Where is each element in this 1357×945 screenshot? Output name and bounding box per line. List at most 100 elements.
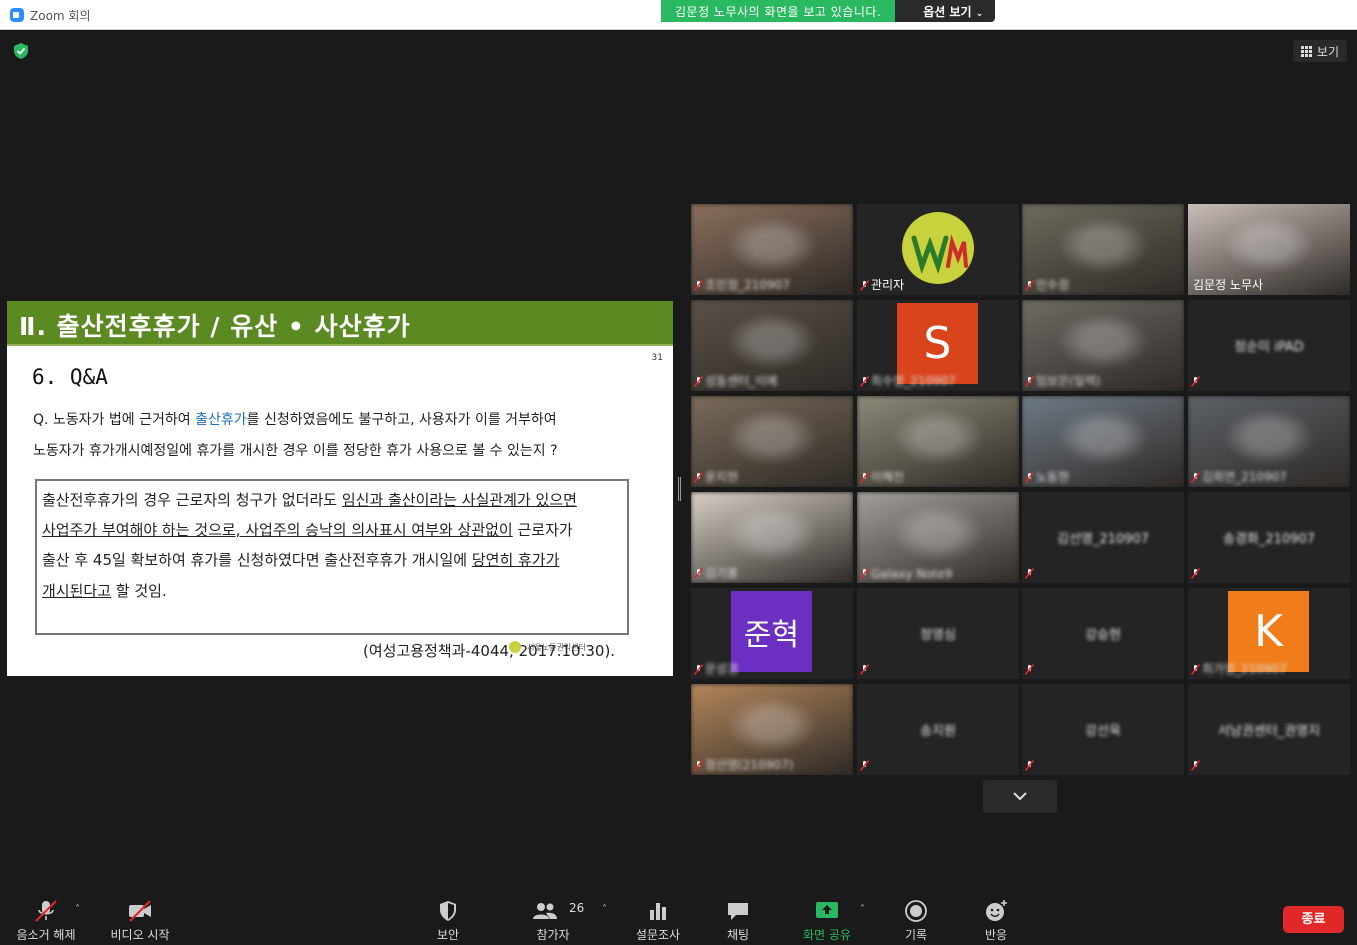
question-highlight: 출산휴가	[195, 412, 247, 428]
share-screen-icon	[816, 902, 838, 918]
grid-view-icon	[1300, 45, 1312, 57]
participant-name-center: 서남권센터_권영지	[1217, 724, 1321, 739]
participant-name: 윤지현	[705, 470, 739, 484]
participants-options-caret[interactable]: ˄	[602, 904, 607, 915]
muted-mic-icon	[1025, 280, 1034, 291]
answer-line-4: 개시된다고 할 것임.	[42, 580, 167, 601]
chat-label: 채팅	[726, 928, 750, 942]
participant-name: 민수정	[1036, 278, 1070, 292]
participant-name: 정선영(210907)	[705, 758, 794, 772]
muted-mic-icon	[860, 760, 869, 771]
participant-tile[interactable]: 윤지현	[691, 396, 853, 487]
chevron-down-icon	[1013, 792, 1027, 801]
participant-tile[interactable]: 정선영(210907)	[691, 684, 853, 775]
slide-header-band: Ⅱ. 출산전후휴가 / 유산 • 사산휴가	[7, 301, 673, 346]
unmute-button[interactable]: 음소거 해제	[8, 890, 84, 945]
participants-count: 26	[569, 901, 585, 915]
record-button[interactable]: 기록	[890, 890, 942, 945]
encryption-shield-icon[interactable]	[12, 42, 30, 60]
participant-tile[interactable]: 송지원	[857, 684, 1019, 775]
participant-name-center: 정순미 iPAD	[1234, 340, 1304, 355]
view-layout-label: 보기	[1316, 44, 1339, 59]
muted-mic-icon	[694, 568, 703, 579]
start-video-label: 비디오 시작	[110, 928, 170, 942]
participant-tile[interactable]: Galaxy Note9	[857, 492, 1019, 583]
security-shield-icon	[440, 901, 456, 921]
muted-mic-icon	[1191, 664, 1200, 675]
audio-options-caret[interactable]: ˄	[75, 904, 80, 915]
participant-tile[interactable]: 노동현	[1022, 396, 1184, 487]
participant-name-center: 김선영_210907	[1056, 532, 1149, 547]
participants-button[interactable]: 26 참가자	[520, 890, 586, 945]
muted-microphone-icon	[35, 900, 57, 922]
reactions-button[interactable]: 반응	[970, 890, 1022, 945]
participant-tile[interactable]: 강선욱	[1022, 684, 1184, 775]
participant-tile[interactable]: 김선영_210907	[1022, 492, 1184, 583]
slide-question-line-1: Q. 노동자가 법에 근거하여 출산휴가를 신청하였음에도 불구하고, 사용자가…	[33, 409, 557, 429]
end-meeting-button[interactable]: 종료	[1283, 906, 1344, 933]
share-screen-button[interactable]: 화면 공유	[796, 890, 858, 945]
shared-screen-slide: Ⅱ. 출산전후휴가 / 유산 • 사산휴가 31 6. Q&A Q. 노동자가 …	[7, 301, 673, 676]
answer-line-2: 사업주가 부여해야 하는 것으로, 사업주의 승낙의 의사표시 여부와 상관없이…	[42, 519, 573, 540]
muted-mic-icon	[860, 664, 869, 675]
participant-avatar: 준혁	[731, 591, 812, 672]
participant-tile[interactable]: 성동센터_이예	[691, 300, 853, 391]
share-screen-label: 화면 공유	[803, 928, 851, 942]
participant-tile[interactable]: S 최수영_210907	[857, 300, 1019, 391]
muted-mic-icon	[1191, 760, 1200, 771]
participant-name: 김희연_210907	[1202, 470, 1287, 484]
participant-tile[interactable]: 서남권센터_권영지	[1188, 684, 1350, 775]
participant-tile[interactable]: 정영심	[857, 588, 1019, 679]
participant-name-center: 강승현	[1085, 628, 1121, 643]
polls-label: 설문조사	[635, 928, 681, 942]
muted-mic-icon	[1025, 472, 1034, 483]
panel-resize-handle[interactable]	[678, 477, 681, 501]
answer-text: 할 것임.	[111, 582, 167, 600]
share-banner-message: 김문정 노무사의 화면을 보고 있습니다.	[661, 0, 896, 22]
participant-tile[interactable]: 이혜진	[857, 396, 1019, 487]
window-title: Zoom 회의	[30, 9, 91, 23]
participant-tile[interactable]: K 최가영_210907	[1188, 588, 1350, 679]
gallery-next-page-button[interactable]	[983, 780, 1057, 813]
participant-tile[interactable]: 강승현	[1022, 588, 1184, 679]
participant-name: 최수영_210907	[871, 374, 956, 388]
view-layout-button[interactable]: 보기	[1292, 40, 1347, 62]
center-logo-icon	[509, 641, 521, 653]
answer-line-3: 출산 후 45일 확보하여 휴가를 신청하였다면 출산전후휴가 개시일에 당연히…	[42, 549, 559, 570]
share-options-caret[interactable]: ˄	[860, 904, 865, 915]
muted-mic-icon	[860, 472, 869, 483]
participant-tile[interactable]: 김기봉	[691, 492, 853, 583]
participant-tile[interactable]: 준혁 문성경	[691, 588, 853, 679]
participant-tile[interactable]: 김희연_210907	[1188, 396, 1350, 487]
slide-answer-box: 출산전후휴가의 경우 근로자의 청구가 없더라도 임신과 출산이라는 사실관계가…	[35, 479, 629, 635]
slide-section-title: 6. Q&A	[32, 365, 108, 389]
security-button[interactable]: 보안	[418, 890, 478, 945]
participant-tile[interactable]: 민수정	[1022, 204, 1184, 295]
participant-name: 조민정_210907	[705, 278, 790, 292]
muted-mic-icon	[1025, 568, 1034, 579]
start-video-button[interactable]: 비디오 시작	[100, 890, 180, 945]
zoom-meeting-window: Zoom 회의 김문정 노무사의 화면을 보고 있습니다. 옵션 보기 ⌄ 보기…	[0, 0, 1357, 945]
muted-mic-icon	[1191, 568, 1200, 579]
view-options-button[interactable]: 옵션 보기 ⌄	[895, 0, 996, 22]
slide-page-number: 31	[651, 353, 663, 363]
meeting-toolbar: 음소거 해제 ˄ 비디오 시작 보안 26 참가자 ˄ 설문조사 채팅 화면 공…	[0, 890, 1357, 945]
answer-underlined: 사업주가 부여해야 하는 것으로, 사업주의 승낙의 의사표시 여부와 상관없이	[42, 521, 513, 539]
participant-tile[interactable]: 임보은(일력)	[1022, 300, 1184, 391]
participant-name: 성동센터_이예	[705, 374, 778, 388]
chat-button[interactable]: 채팅	[710, 890, 766, 945]
participant-name: 문성경	[705, 662, 739, 676]
participant-tile[interactable]: 정순미 iPAD	[1188, 300, 1350, 391]
participant-name-center: 송경화_210907	[1222, 532, 1315, 547]
participant-name-center: 송지원	[920, 724, 956, 739]
participant-tile[interactable]: 관리자	[857, 204, 1019, 295]
participant-tile[interactable]: 송경화_210907	[1188, 492, 1350, 583]
slide-header-title: Ⅱ. 출산전후휴가 / 유산 • 사산휴가	[19, 312, 411, 341]
muted-mic-icon	[694, 664, 703, 675]
participant-tile[interactable]: 김문정 노무사	[1188, 204, 1350, 295]
center-logo-text: 서울노동권익센터	[527, 643, 586, 652]
participant-tile[interactable]: 조민정_210907	[691, 204, 853, 295]
polls-button[interactable]: 설문조사	[628, 890, 688, 945]
organization-logo-icon	[902, 212, 974, 284]
participant-name-center: 정영심	[920, 628, 956, 643]
